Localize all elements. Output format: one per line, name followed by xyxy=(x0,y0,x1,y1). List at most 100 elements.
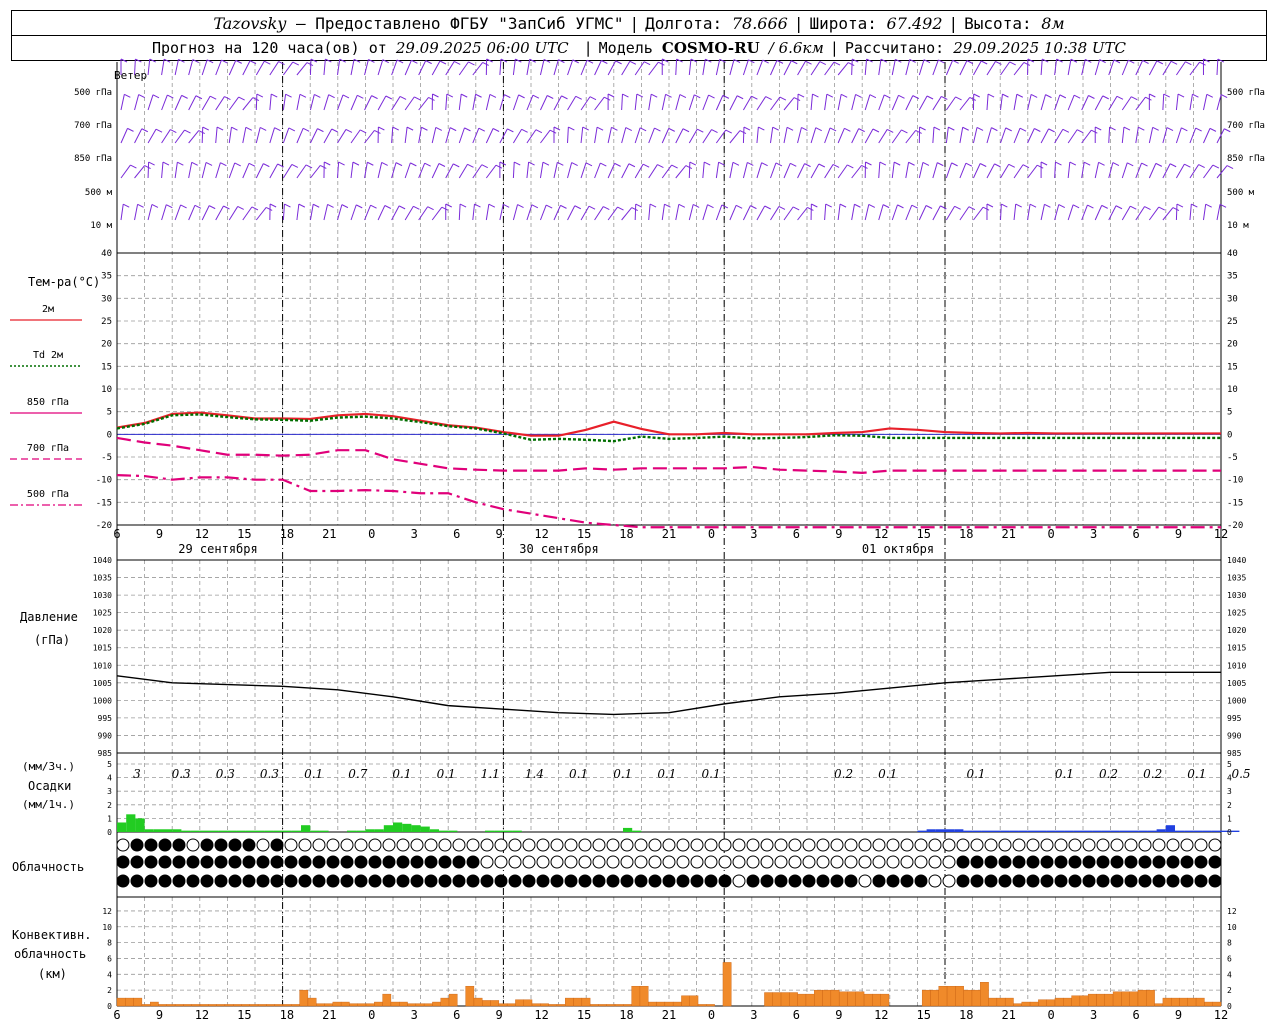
wind-barb xyxy=(661,128,670,144)
wind-barb xyxy=(851,58,853,76)
wind-barb-flag xyxy=(1199,61,1206,66)
cloud-symbol xyxy=(634,838,648,852)
wind-barb-flag xyxy=(144,165,151,170)
cloud-symbol xyxy=(942,838,956,852)
conv-bar xyxy=(946,985,956,1007)
cloud-symbol xyxy=(382,874,396,888)
wind-barb-flag xyxy=(1152,126,1159,131)
wind-barb xyxy=(418,162,426,179)
precip-bar xyxy=(218,830,228,832)
wind-barb-flag xyxy=(374,129,381,134)
wind-barb xyxy=(553,95,562,111)
wind-barb-flag xyxy=(707,204,714,209)
conv-bar xyxy=(855,991,865,1007)
wind-barb-flag xyxy=(804,163,811,168)
cloud-symbol xyxy=(844,874,858,888)
wind-barb xyxy=(837,204,841,221)
wind-barb-flag xyxy=(256,93,264,98)
wind-barb-flag xyxy=(1141,162,1148,167)
cloud-symbol xyxy=(228,855,242,869)
wind-barb xyxy=(296,128,304,144)
wind-barb xyxy=(770,206,780,221)
wind-barb-flag xyxy=(792,206,800,211)
wind-barb xyxy=(905,59,911,76)
wind-barb-flag xyxy=(986,203,994,208)
cloud-symbol xyxy=(956,855,970,869)
cloud-symbol xyxy=(1166,855,1180,869)
wind-barb-flag xyxy=(1085,58,1092,63)
wind-barb xyxy=(1067,129,1078,144)
cloud-symbol xyxy=(648,874,662,888)
wind-barb-flag xyxy=(793,97,801,102)
wind-barb xyxy=(621,61,631,76)
cloud-symbol xyxy=(130,855,144,869)
cloud-symbol xyxy=(1096,838,1110,852)
wind-barb-flag xyxy=(825,203,832,208)
y-tick-label: -5 xyxy=(1227,453,1238,463)
wind-barb-flag xyxy=(263,163,270,168)
wind-barb xyxy=(228,60,237,76)
wind-barb xyxy=(864,204,870,221)
wind-barb-flag xyxy=(705,58,712,63)
wind-barb-flag xyxy=(302,127,310,132)
x-tick-label: 21 xyxy=(662,527,676,541)
wind-barb-flag xyxy=(235,59,242,64)
precip-bar xyxy=(429,829,439,832)
wind-barb xyxy=(540,129,551,144)
conv-bar xyxy=(291,1004,300,1007)
conv-bar xyxy=(199,1004,209,1007)
wind-barb-flag xyxy=(772,126,779,131)
wind-barb-flag xyxy=(919,126,926,131)
wind-barb xyxy=(715,204,723,221)
conv-bar xyxy=(1104,993,1114,1007)
precip-bar xyxy=(291,830,301,832)
wind-barb xyxy=(1148,60,1158,76)
wind-barb xyxy=(864,128,874,144)
wind-barb xyxy=(918,95,928,111)
wind-barb xyxy=(161,129,171,144)
x-tick-label: 21 xyxy=(1001,527,1015,541)
cloud-symbol xyxy=(522,874,536,888)
wind-barb-flag xyxy=(968,206,976,211)
wind-barb xyxy=(932,59,939,76)
wind-barb xyxy=(404,206,414,221)
wind-barb-flag xyxy=(747,162,754,166)
wind-barb-flag xyxy=(378,126,385,131)
wind-barb xyxy=(851,128,860,144)
wind-barb-flag xyxy=(421,126,428,131)
wind-barb xyxy=(120,94,125,111)
wind-barb-flag xyxy=(553,126,561,131)
cloud-symbol xyxy=(368,855,382,869)
cloud-symbol xyxy=(1012,874,1026,888)
y-tick-label: 1000 xyxy=(1227,696,1246,705)
precip-bar xyxy=(282,830,292,832)
y-tick-label: 990 xyxy=(1227,731,1242,740)
wind-barb-flag xyxy=(1099,59,1106,64)
wind-barb xyxy=(1121,59,1129,76)
wind-barb xyxy=(391,162,397,179)
x-tick-label: 6 xyxy=(453,1008,460,1022)
wind-barb-flag xyxy=(467,163,474,168)
cloud-symbol xyxy=(1068,838,1082,852)
cloud-symbol xyxy=(886,838,900,852)
wind-barb xyxy=(1189,204,1192,221)
wind-barb-flag xyxy=(542,161,550,166)
cloud-symbol xyxy=(760,838,774,852)
cloud-symbol xyxy=(802,838,816,852)
wind-barb-flag xyxy=(994,163,1001,168)
conv-bar xyxy=(921,989,931,1007)
wind-barb xyxy=(120,164,131,179)
wind-barb xyxy=(715,162,720,179)
wind-barb-flag xyxy=(643,61,651,66)
wind-barb-flag xyxy=(1113,59,1121,64)
wind-barb-flag xyxy=(269,203,277,208)
cloud-symbol xyxy=(634,874,648,888)
wind-barb-flag xyxy=(449,127,457,132)
cloud-symbol xyxy=(1082,838,1096,852)
y-tick-label: 985 xyxy=(98,749,113,758)
cloud-symbol xyxy=(1054,874,1068,888)
conv-bar xyxy=(357,1003,367,1007)
y-tick-label: 3 xyxy=(107,787,112,796)
wind-barb xyxy=(512,204,519,221)
wind-barb-flag xyxy=(854,203,861,208)
